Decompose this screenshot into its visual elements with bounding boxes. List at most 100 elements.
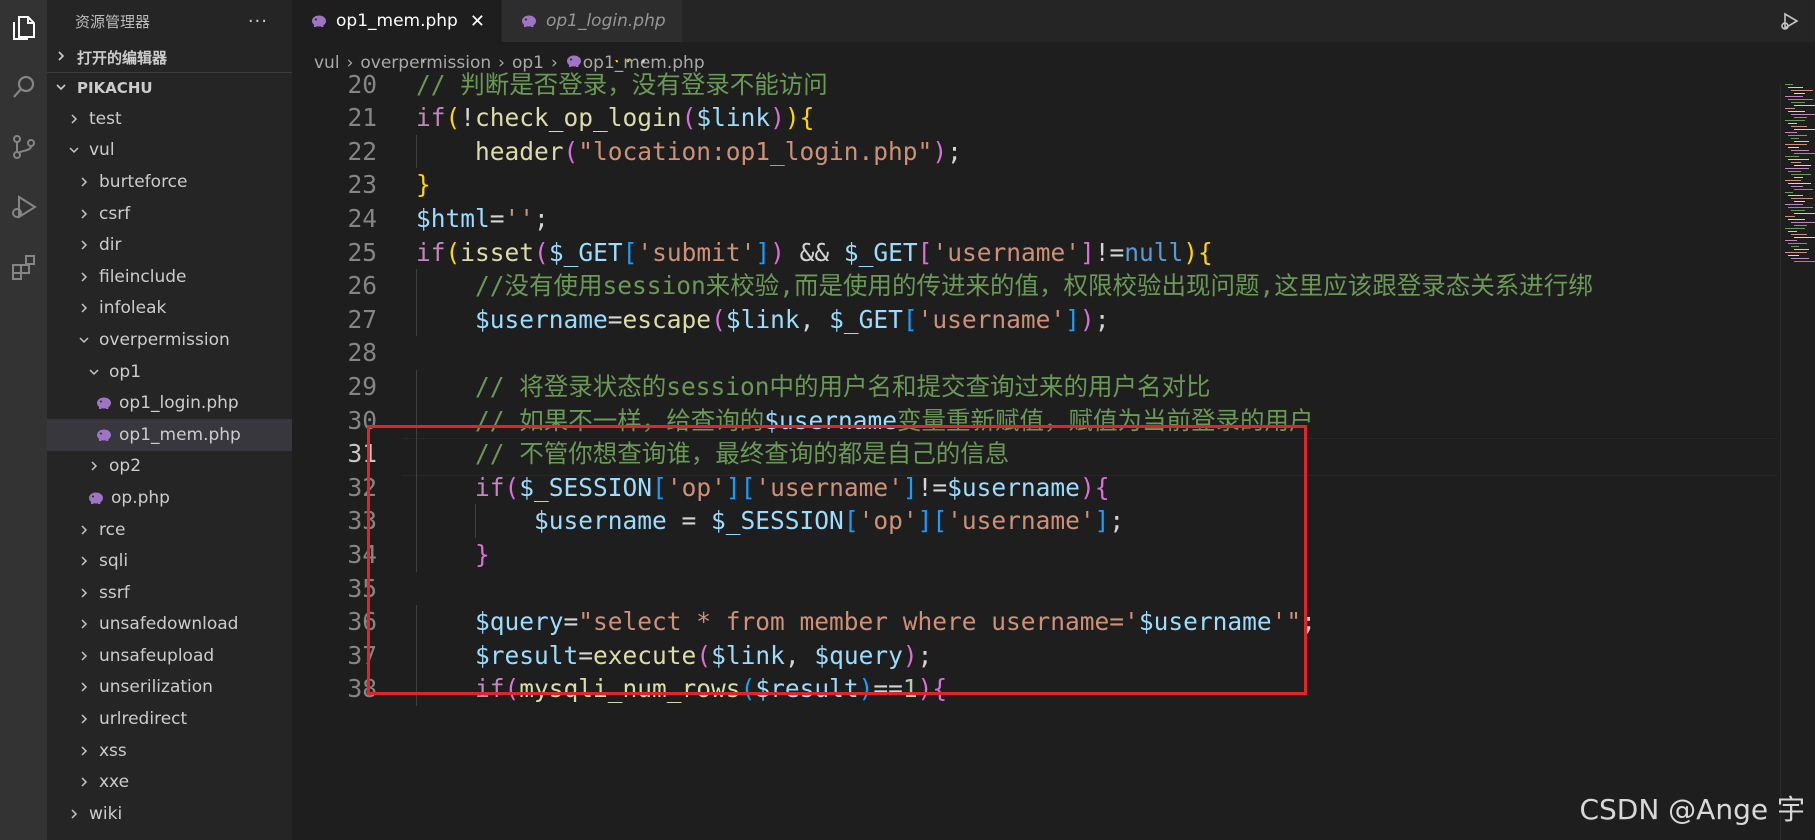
tree-item-label: infoleak: [99, 298, 167, 319]
code-line[interactable]: 27 $username=escape($link, $_GET['userna…: [292, 303, 1777, 337]
code-token: $_GET: [843, 237, 918, 267]
line-number: 31: [347, 439, 377, 469]
tree-item-label: urlredirect: [99, 709, 188, 730]
folder-item[interactable]: unsafedownload: [47, 609, 292, 641]
minimap-stroke: [1785, 216, 1795, 218]
minimap-stroke: [1788, 243, 1807, 245]
folder-item[interactable]: test: [47, 103, 292, 135]
folder-item[interactable]: csrf: [47, 198, 292, 230]
line-number: 35: [347, 573, 377, 603]
indent-guide: [416, 370, 417, 404]
search-icon[interactable]: [0, 62, 47, 112]
code-token: (: [445, 237, 461, 267]
code-line[interactable]: 21 if(!check_op_login($link)){: [292, 101, 1777, 135]
folder-item[interactable]: fileinclude: [47, 261, 292, 293]
folder-item[interactable]: ssrf: [47, 577, 292, 609]
line-number: 30: [347, 405, 377, 435]
folder-item[interactable]: burteforce: [47, 166, 292, 198]
folder-item[interactable]: op2: [47, 451, 292, 483]
editor-tab[interactable]: op1_mem.php ✕: [292, 0, 502, 42]
files-icon[interactable]: [0, 2, 47, 52]
folder-item[interactable]: xxe: [47, 766, 292, 798]
folder-item[interactable]: overpermission: [47, 324, 292, 356]
folder-item[interactable]: op1: [47, 356, 292, 388]
line-number: 33: [347, 506, 377, 536]
file-item[interactable]: op1_mem.php: [47, 418, 292, 451]
chevron-down-icon: [55, 79, 71, 97]
extensions-icon[interactable]: [0, 242, 47, 292]
code-text: //没有使用session来校验,而是使用的传进来的值，权限校验出现问题,这里应…: [416, 269, 1593, 303]
tab-label: op1_login.php: [545, 11, 666, 31]
tree-item-label: op.php: [111, 487, 170, 508]
php-elephant-icon: [95, 428, 113, 442]
more-actions-button[interactable]: ···: [248, 11, 268, 32]
tree-item-label: op1_mem.php: [119, 424, 241, 445]
highlight-box: [367, 425, 1307, 695]
minimap-stroke: [1785, 252, 1807, 254]
workspace-root[interactable]: PIKACHU: [47, 72, 292, 103]
file-tree: test vul burteforce csrf dir fileinclude infol…: [47, 103, 292, 830]
folder-item[interactable]: dir: [47, 229, 292, 261]
code-line[interactable]: 23}: [292, 168, 1777, 202]
code-token: header: [475, 136, 564, 166]
code-token: 'submit': [637, 237, 756, 267]
file-item[interactable]: op1_login.php: [47, 387, 292, 419]
folder-item[interactable]: sqli: [47, 545, 292, 577]
line-number: 19: [292, 60, 377, 68]
code-token: (: [563, 136, 579, 166]
code-token: '': [504, 204, 535, 233]
line-number: 24: [347, 204, 377, 233]
folder-item[interactable]: vul: [47, 135, 292, 167]
code-text: if(!check_op_login($link)){: [416, 101, 814, 135]
code-token: ): [1183, 237, 1199, 267]
code-text: header("location:op1_login.php");: [416, 135, 962, 169]
folder-item[interactable]: unsafeupload: [47, 640, 292, 672]
chevron-right-icon: [77, 776, 91, 788]
minimap-stroke: [1791, 186, 1803, 188]
minimap[interactable]: [1780, 84, 1815, 840]
code-line[interactable]: 19 $link=connect();: [292, 60, 1777, 68]
run-icon[interactable]: [1779, 10, 1801, 36]
minimap-stroke: [1794, 129, 1815, 131]
code-line[interactable]: 25 if(isset($_GET['submit']) && $_GET['us…: [292, 236, 1777, 270]
tree-item-label: unsafeupload: [99, 645, 215, 666]
editor-area: op1_mem.php ✕ op1_login.php vul › overpermis…: [292, 0, 1815, 840]
folder-item[interactable]: infoleak: [47, 293, 292, 325]
line-number: 27: [347, 304, 377, 334]
folder-item[interactable]: urlredirect: [47, 703, 292, 735]
tree-item-label: wiki: [89, 803, 123, 824]
chevron-right-icon: [55, 48, 71, 66]
code-line[interactable]: 24 $html='';: [292, 202, 1777, 236]
folder-item[interactable]: unserilization: [47, 672, 292, 704]
open-editors-section[interactable]: 打开的编辑器: [47, 42, 292, 72]
chevron-right-icon: [77, 681, 91, 693]
code-line[interactable]: 28: [292, 336, 1777, 370]
run-debug-icon[interactable]: [0, 182, 47, 232]
code-token: }: [416, 170, 431, 200]
chevron-right-icon: [77, 302, 91, 314]
tree-item-label: unserilization: [99, 677, 213, 698]
code-line[interactable]: 29 // 将登录状态的session中的用户名和提交查询过来的用户名对比: [292, 370, 1777, 404]
tree-item-label: op2: [109, 456, 142, 477]
minimap-stroke: [1791, 198, 1813, 200]
source-control-icon[interactable]: [0, 122, 47, 172]
code-text: if(isset($_GET['submit']) && $_GET['user…: [416, 236, 1213, 270]
editor-tab[interactable]: op1_login.php: [501, 0, 683, 42]
close-icon[interactable]: ✕: [470, 11, 485, 32]
code-line[interactable]: 22 header("location:op1_login.php");: [292, 135, 1777, 169]
folder-item[interactable]: rce: [47, 514, 292, 546]
code-token: (): [608, 60, 638, 65]
minimap-stroke: [1785, 204, 1803, 206]
code-token: if: [416, 103, 446, 133]
indent-guide: [416, 302, 417, 337]
minimap-stroke: [1785, 156, 1799, 158]
minimap-stroke: [1785, 144, 1807, 146]
minimap-stroke: [1788, 207, 1813, 209]
folder-item[interactable]: xss: [47, 735, 292, 767]
folder-item[interactable]: wiki: [47, 798, 292, 830]
code-line[interactable]: 26 //没有使用session来校验,而是使用的传进来的值，权限校验出现问题,…: [292, 269, 1777, 303]
tree-item-label: fileinclude: [99, 266, 187, 287]
minimap-stroke: [1785, 240, 1797, 242]
file-item[interactable]: op.php: [47, 482, 292, 514]
code-line[interactable]: 20 // 判断是否登录，没有登录不能访问: [292, 68, 1777, 102]
